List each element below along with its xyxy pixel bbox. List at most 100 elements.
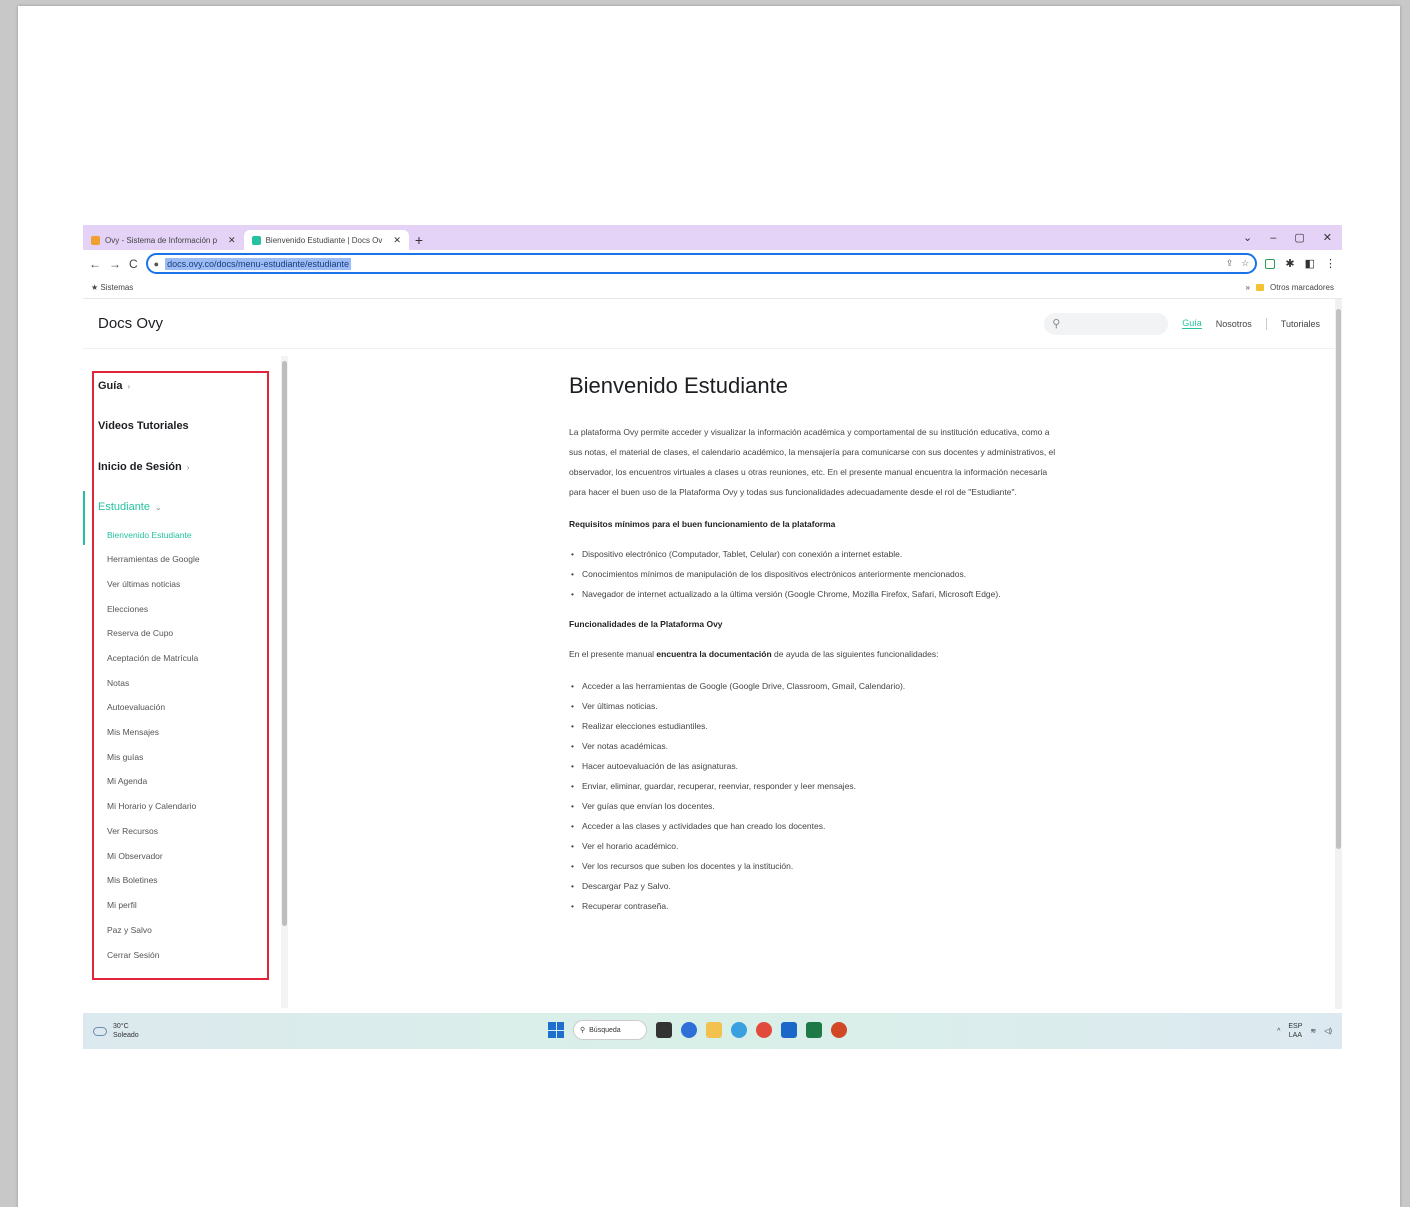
tab-bienvenido-estudiante[interactable]: Bienvenido Estudiante | Docs Ov ✕	[243, 230, 409, 250]
list-item: Acceder a las clases y actividades que h…	[569, 816, 1059, 836]
navbar-right: ⚲ Guía Nosotros Tutoriales	[1044, 312, 1320, 335]
wifi-icon[interactable]: ≋	[1310, 1027, 1316, 1036]
url-field[interactable]: ● docs.ovy.co/docs/menu-estudiante/estud…	[145, 253, 1258, 274]
sidebar-item-google[interactable]: Herramientas de Google	[107, 554, 200, 564]
requirements-heading: Requisitos mínimos para el buen funciona…	[569, 519, 836, 529]
file-explorer-icon[interactable]	[706, 1022, 722, 1038]
sidebar-category-label: Estudiante	[98, 501, 150, 513]
nav-link-guia[interactable]: Guía	[1182, 318, 1202, 329]
functions-intro-text: En el presente manual	[569, 649, 657, 659]
taskbar-search[interactable]: ⚲ Búsqueda	[573, 1020, 647, 1040]
other-bookmarks[interactable]: Otros marcadores	[1270, 283, 1334, 292]
address-bar-row: ← → C ● docs.ovy.co/docs/menu-estudiante…	[83, 250, 1342, 277]
sidebar-item-cerrar-sesion[interactable]: Cerrar Sesión	[107, 950, 159, 960]
nav-link-nosotros[interactable]: Nosotros	[1216, 319, 1252, 329]
reload-icon[interactable]: C	[129, 257, 138, 271]
sidebar-item-mensajes[interactable]: Mis Mensajes	[107, 727, 159, 737]
close-tab-icon[interactable]: ✕	[228, 235, 236, 246]
sidebar-category-estudiante[interactable]: Estudiante ⌄	[98, 501, 162, 513]
sidebar-item-guias[interactable]: Mis guías	[107, 752, 143, 762]
functions-heading: Funcionalidades de la Plataforma Ovy	[569, 619, 723, 629]
sidebar-scrollbar-thumb[interactable]	[282, 361, 287, 926]
folder-icon	[1255, 284, 1264, 291]
weather-desc: Soleado	[113, 1032, 139, 1039]
extension-icon[interactable]	[1265, 258, 1276, 269]
sidepanel-icon[interactable]: ◧	[1305, 257, 1315, 270]
menu-icon[interactable]: ⋮	[1325, 257, 1336, 270]
edge-icon[interactable]	[731, 1022, 747, 1038]
sidebar-item-autoevaluacion[interactable]: Autoevaluación	[107, 702, 165, 712]
lock-icon[interactable]: ●	[154, 259, 159, 269]
sidebar-item-recursos[interactable]: Ver Recursos	[107, 826, 158, 836]
list-item: Ver los recursos que suben los docentes …	[569, 856, 1059, 876]
functions-intro-text: de ayuda de las siguientes funcionalidad…	[771, 649, 939, 659]
ovy-favicon-icon	[91, 235, 100, 245]
sidebar-item-bienvenido[interactable]: Bienvenido Estudiante	[107, 530, 192, 540]
sidebar-item-noticias[interactable]: Ver últimas noticias	[107, 579, 180, 589]
restore-icon[interactable]: ▢	[1294, 231, 1304, 244]
weather-text: 30°C Soleado	[113, 1022, 139, 1040]
search-input[interactable]: ⚲	[1044, 312, 1169, 335]
language-indicator[interactable]: ESP LAA	[1288, 1022, 1302, 1040]
bookmark-sistemas[interactable]: Sistemas	[100, 283, 133, 292]
nav-link-tutoriales[interactable]: Tutoriales	[1281, 319, 1320, 329]
tray-chevron-icon[interactable]: ^	[1277, 1027, 1280, 1036]
tab-ovy-sistema[interactable]: Ovy - Sistema de Información p ✕	[83, 230, 244, 250]
active-category-indicator	[83, 491, 85, 545]
chat-icon[interactable]	[681, 1022, 697, 1038]
page-scrollbar-thumb[interactable]	[1336, 309, 1341, 849]
taskbar-search-label: Búsqueda	[589, 1026, 621, 1034]
tab-search-icon[interactable]: ⌄	[1243, 231, 1252, 244]
windows-taskbar: 30°C Soleado ⚲ Búsqueda ^ ESP LAA ≋ ◁)	[83, 1013, 1342, 1049]
sidebar-category-guia[interactable]: Guía ›	[98, 380, 130, 392]
sidebar-item-horario[interactable]: Mi Horario y Calendario	[107, 801, 196, 811]
puzzle-icon[interactable]: ✱	[1285, 257, 1294, 270]
sidebar-category-label: Videos Tutoriales	[98, 420, 189, 432]
list-item: Ver notas académicas.	[569, 736, 1059, 756]
sidebar-item-observador[interactable]: Mi Observador	[107, 851, 163, 861]
sidebar-category-inicio-sesion[interactable]: Inicio de Sesión ›	[98, 461, 189, 473]
powerpoint-icon[interactable]	[831, 1022, 847, 1038]
bookmark-star-icon: ★	[91, 283, 99, 292]
outlook-icon[interactable]	[781, 1022, 797, 1038]
new-tab-button[interactable]: +	[409, 230, 429, 250]
close-tab-icon[interactable]: ✕	[393, 235, 401, 246]
site-logo[interactable]: Docs Ovy	[98, 315, 163, 332]
sidebar-item-paz-salvo[interactable]: Paz y Salvo	[107, 925, 152, 935]
sidebar-item-agenda[interactable]: Mi Agenda	[107, 776, 147, 786]
minimize-icon[interactable]: –	[1270, 232, 1276, 244]
tab-label: Bienvenido Estudiante | Docs Ov	[265, 235, 383, 245]
docs-sidebar: Guía › Videos Tutoriales Inicio de Sesión…	[83, 350, 303, 1010]
excel-icon[interactable]	[806, 1022, 822, 1038]
weather-widget[interactable]: 30°C Soleado	[93, 1022, 139, 1040]
page-title: Bienvenido Estudiante	[569, 373, 788, 398]
sidebar-item-boletines[interactable]: Mis Boletines	[107, 875, 158, 885]
bookmark-star-icon[interactable]: ☆	[1241, 258, 1249, 269]
task-view-icon[interactable]	[656, 1022, 672, 1038]
list-item: Navegador de internet actualizado a la ú…	[569, 584, 1059, 604]
volume-icon[interactable]: ◁)	[1324, 1027, 1332, 1036]
windows-start-icon[interactable]	[548, 1022, 564, 1038]
functions-list: Acceder a las herramientas de Google (Go…	[569, 676, 1059, 916]
forward-icon[interactable]: →	[109, 257, 121, 271]
sidebar-scrollbar[interactable]	[281, 356, 288, 1008]
sidebar-item-perfil[interactable]: Mi perfil	[107, 900, 137, 910]
sidebar-item-matricula[interactable]: Aceptación de Matrícula	[107, 653, 198, 663]
list-item: Recuperar contraseña.	[569, 896, 1059, 916]
sidebar-category-label: Guía	[98, 380, 123, 392]
page-scrollbar[interactable]	[1335, 299, 1342, 1009]
overflow-chevron-icon[interactable]: »	[1246, 283, 1250, 292]
chrome-icon[interactable]	[756, 1022, 772, 1038]
list-item: Enviar, eliminar, guardar, recuperar, re…	[569, 776, 1059, 796]
bookmarks-bar: ★ Sistemas » Otros marcadores	[83, 277, 1342, 299]
url-text: docs.ovy.co/docs/menu-estudiante/estudia…	[165, 257, 352, 270]
close-window-icon[interactable]: ✕	[1323, 231, 1332, 244]
sidebar-category-videos[interactable]: Videos Tutoriales	[98, 420, 189, 432]
weather-temp: 30°C	[113, 1023, 129, 1030]
main-content: Bienvenido Estudiante La plataforma Ovy …	[569, 350, 1059, 1010]
back-icon[interactable]: ←	[89, 257, 101, 271]
sidebar-item-notas[interactable]: Notas	[107, 678, 129, 688]
sidebar-item-elecciones[interactable]: Elecciones	[107, 604, 148, 614]
share-icon[interactable]: ⇪	[1226, 258, 1234, 269]
sidebar-item-reserva-cupo[interactable]: Reserva de Cupo	[107, 628, 173, 638]
